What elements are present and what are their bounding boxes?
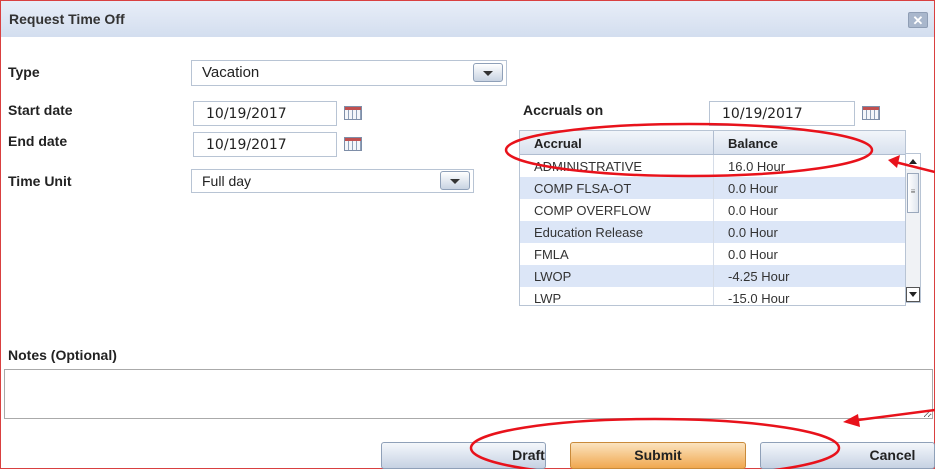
calendar-icon[interactable] [344,137,362,151]
accruals-on-label: Accruals on [523,102,604,118]
cancel-button[interactable]: Cancel [760,442,935,469]
accrual-balance: 0.0 Hour [728,225,778,240]
table-row[interactable]: FMLA 0.0 Hour [520,243,905,265]
accrual-balance: 16.0 Hour [728,159,786,174]
accrual-name: LWP [534,291,562,306]
grid-scrollbar[interactable]: ≡ [905,153,921,303]
accrual-balance: -15.0 Hour [728,291,790,306]
table-row[interactable]: LWP -15.0 Hour [520,287,905,306]
calendar-icon[interactable] [344,106,362,120]
calendar-icon[interactable] [862,106,880,120]
table-row[interactable]: COMP FLSA-OT 0.0 Hour [520,177,905,199]
accrual-name: Education Release [534,225,644,240]
scrollbar-thumb[interactable]: ≡ [907,173,919,213]
start-date-input[interactable]: 10/19/2017 [193,101,337,126]
accrual-name: LWOP [534,269,572,284]
time-unit-value: Full day [202,173,252,189]
table-row[interactable]: COMP OVERFLOW 0.0 Hour [520,199,905,221]
notes-label: Notes (Optional) [8,347,117,363]
draft-button[interactable]: Draft [381,442,546,469]
type-label: Type [8,64,40,80]
accrual-balance: 0.0 Hour [728,247,778,262]
time-unit-label: Time Unit [8,173,72,189]
submit-button[interactable]: Submit [570,442,746,469]
accrual-name: FMLA [534,247,569,262]
table-row[interactable]: Education Release 0.0 Hour [520,221,905,243]
end-date-input[interactable]: 10/19/2017 [193,132,337,157]
accrual-name: COMP FLSA-OT [534,181,632,196]
end-date-label: End date [8,133,68,149]
type-select[interactable]: Vacation [191,60,507,86]
grid-header: Accrual Balance [520,131,906,155]
header-accrual[interactable]: Accrual [534,136,582,151]
header-balance[interactable]: Balance [728,136,778,151]
type-value: Vacation [202,64,260,81]
dropdown-arrow-icon[interactable] [440,171,470,190]
table-row[interactable]: LWOP -4.25 Hour [520,265,905,287]
scroll-up-icon[interactable] [906,154,920,169]
accrual-balance: -4.25 Hour [728,269,790,284]
dialog-titlebar: Request Time Off ✕ [1,1,934,37]
accruals-date-input[interactable]: 10/19/2017 [709,101,855,126]
accrual-name: COMP OVERFLOW [534,203,651,218]
dialog-title: Request Time Off [9,11,125,27]
header-divider [713,131,714,155]
table-row[interactable]: ADMINISTRATIVE 16.0 Hour [520,155,905,177]
close-icon[interactable]: ✕ [908,12,928,28]
notes-field[interactable] [4,369,933,419]
start-date-label: Start date [8,102,73,118]
scroll-down-icon[interactable] [906,287,920,302]
time-unit-select[interactable]: Full day [191,169,474,193]
accrual-balance: 0.0 Hour [728,181,778,196]
dropdown-arrow-icon[interactable] [473,63,503,82]
accrual-balance: 0.0 Hour [728,203,778,218]
header-divider [905,131,906,155]
accrual-grid: Accrual Balance ADMINISTRATIVE 16.0 Hour… [519,130,906,306]
accrual-name: ADMINISTRATIVE [534,159,643,174]
